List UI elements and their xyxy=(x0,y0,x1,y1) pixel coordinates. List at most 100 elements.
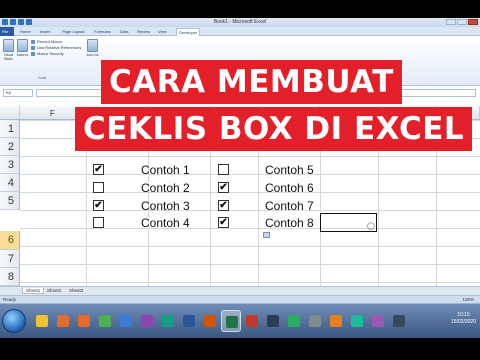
checklist-label: Contoh 5 xyxy=(265,163,314,177)
system-clock[interactable]: 10:15 15/02/2020 xyxy=(451,312,476,326)
code-group-label: Code xyxy=(38,76,47,80)
macros-button[interactable]: Macros xyxy=(16,39,29,57)
add-ins-icon xyxy=(87,39,98,52)
cell-cursor-icon: ◯ xyxy=(367,223,375,230)
macros-icon xyxy=(17,39,28,52)
add-ins-button[interactable]: Add-Ins xyxy=(86,39,99,57)
app-icon-glyph xyxy=(309,315,321,327)
powerpoint-icon[interactable] xyxy=(242,310,262,332)
tab-developer[interactable]: Developer xyxy=(176,28,201,36)
chrome-icon[interactable] xyxy=(95,310,115,332)
app-icon[interactable] xyxy=(200,310,220,332)
sheet-tab-2[interactable]: Sheet2 xyxy=(44,288,64,293)
row-header-1[interactable]: 1 xyxy=(0,120,20,138)
tab-review[interactable]: Review xyxy=(137,29,150,34)
checklist-label: Contoh 6 xyxy=(265,181,314,195)
tab-home[interactable]: Home xyxy=(20,29,31,34)
app-icon-glyph xyxy=(330,315,342,327)
visual-basic-button[interactable]: Visual Basic xyxy=(2,39,15,61)
status-text: Ready xyxy=(3,297,17,302)
ribbon-tabs: File Home Insert Page Layout Formulas Da… xyxy=(0,27,480,36)
tab-data[interactable]: Data xyxy=(120,29,128,34)
start-button[interactable] xyxy=(2,309,26,333)
checkbox-contoh-7[interactable]: ✔ xyxy=(218,200,229,211)
title-bar: Book1 - Microsoft Excel xyxy=(0,18,480,27)
clock-time: 10:15 xyxy=(457,312,470,318)
minimize-button[interactable] xyxy=(446,19,456,25)
media-player-icon[interactable] xyxy=(53,310,73,332)
row-header-7[interactable]: 7 xyxy=(0,250,20,268)
app-icon-glyph xyxy=(141,315,153,327)
app-icon-glyph xyxy=(351,315,363,327)
checkbox-contoh-6[interactable]: ✔ xyxy=(218,182,229,193)
close-button[interactable] xyxy=(468,19,478,25)
row-header-5[interactable]: 5 xyxy=(0,192,20,210)
app-icon[interactable] xyxy=(263,310,283,332)
checklist-label: Contoh 8 xyxy=(265,216,314,230)
overlay-title-line-2: CEKLIS BOX DI EXCEL xyxy=(75,107,473,151)
record-macro-icon xyxy=(31,39,35,44)
visual-basic-icon xyxy=(3,39,14,52)
video-frame: Book1 - Microsoft Excel File Home Insert… xyxy=(0,0,480,360)
relative-references-button[interactable]: Use Relative References xyxy=(31,45,81,50)
app-icon-glyph xyxy=(288,315,300,327)
row-header-6[interactable]: 6 xyxy=(0,231,20,250)
warning-icon xyxy=(31,51,35,56)
app-icon-glyph xyxy=(267,315,279,327)
checklist-label: Contoh 4 xyxy=(141,216,190,230)
clock-date: 15/02/2020 xyxy=(450,319,476,325)
tab-formulas[interactable]: Formulas xyxy=(94,29,111,34)
app-icon[interactable] xyxy=(368,310,388,332)
app-icon[interactable] xyxy=(137,310,157,332)
checklist-label: Contoh 3 xyxy=(141,199,190,213)
status-bar: Ready 100% xyxy=(0,295,480,303)
checkbox-contoh-1[interactable]: ✔ xyxy=(93,164,104,175)
overlay-title-line-1: CARA MEMBUAT xyxy=(101,60,402,104)
windows-explorer-icon-glyph xyxy=(36,315,48,327)
firefox-icon-glyph xyxy=(78,315,90,327)
app-icon[interactable] xyxy=(347,310,367,332)
row-header-8[interactable]: 8 xyxy=(0,268,20,286)
checkbox-contoh-4[interactable] xyxy=(93,217,104,228)
tab-insert[interactable]: Insert xyxy=(40,29,50,34)
name-box[interactable]: K6 xyxy=(3,89,33,97)
app-icon-glyph xyxy=(162,315,174,327)
word-icon[interactable] xyxy=(179,310,199,332)
app-icon[interactable] xyxy=(116,310,136,332)
powerpoint-icon-glyph xyxy=(246,315,258,327)
chrome-icon-glyph xyxy=(99,315,111,327)
app-icon[interactable] xyxy=(305,310,325,332)
sheet-tab-3[interactable]: Sheet3 xyxy=(66,288,86,293)
row-header-3[interactable]: 3 xyxy=(0,156,20,174)
app-icon-glyph xyxy=(120,315,132,327)
taskbar: 10:15 15/02/2020 xyxy=(0,303,480,338)
checklist-label: Contoh 2 xyxy=(141,181,190,195)
sheet-tab-bar: Sheet1 Sheet2 Sheet3 xyxy=(0,286,480,295)
media-player-icon-glyph xyxy=(57,315,69,327)
select-all-corner[interactable] xyxy=(0,106,20,120)
app-icon[interactable] xyxy=(389,310,409,332)
excel-icon[interactable] xyxy=(221,310,241,332)
checkbox-contoh-2[interactable] xyxy=(93,182,104,193)
row-header-4[interactable]: 4 xyxy=(0,174,20,192)
record-macro-button[interactable]: Record Macro xyxy=(31,39,62,44)
firefox-icon[interactable] xyxy=(74,310,94,332)
tab-file[interactable]: File xyxy=(0,27,14,36)
checkbox-contoh-3[interactable]: ✔ xyxy=(93,200,104,211)
paste-options-icon[interactable] xyxy=(263,232,270,238)
checkbox-contoh-8[interactable]: ✔ xyxy=(218,217,229,228)
macro-security-button[interactable]: Macro Security xyxy=(31,51,64,56)
windows-explorer-icon[interactable] xyxy=(32,310,52,332)
tab-view[interactable]: View xyxy=(158,29,167,34)
app-icon[interactable] xyxy=(326,310,346,332)
checklist-label: Contoh 1 xyxy=(141,163,190,177)
app-icon-glyph xyxy=(393,315,405,327)
tab-page-layout[interactable]: Page Layout xyxy=(62,29,84,34)
sheet-tab-1[interactable]: Sheet1 xyxy=(22,288,45,294)
app-icon[interactable] xyxy=(284,310,304,332)
row-header-2[interactable]: 2 xyxy=(0,138,20,156)
checkbox-contoh-5[interactable] xyxy=(218,164,229,175)
app-icon[interactable] xyxy=(158,310,178,332)
maximize-button[interactable] xyxy=(457,19,467,25)
excel-icon-glyph xyxy=(226,316,238,328)
